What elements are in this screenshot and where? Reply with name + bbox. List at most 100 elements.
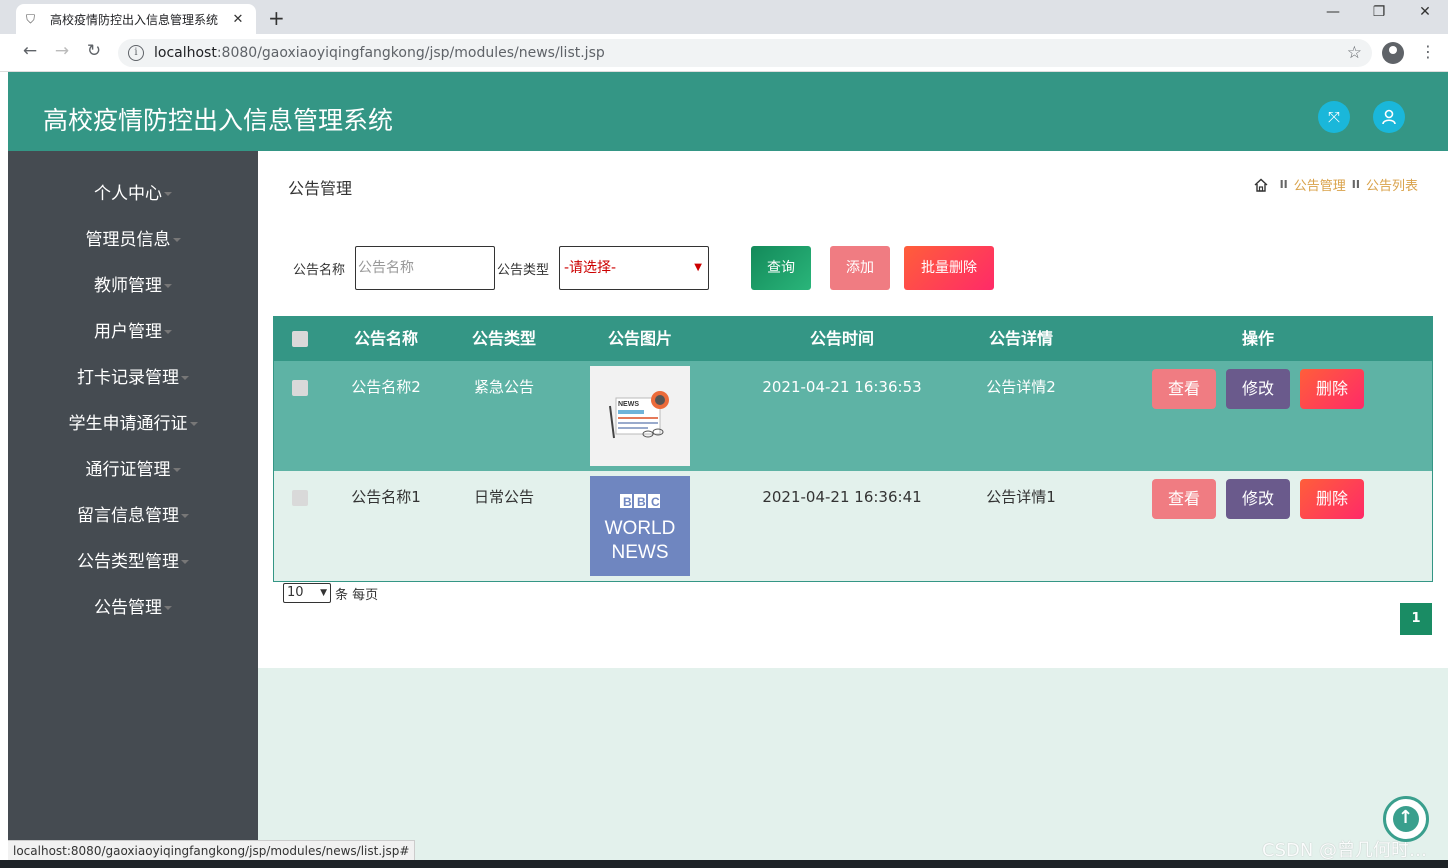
sidebar-item-notice[interactable]: 公告管理 bbox=[8, 585, 258, 631]
chevron-down-icon bbox=[164, 330, 172, 334]
news-illustration-image: NEWS bbox=[590, 366, 690, 466]
delete-button[interactable]: 删除 bbox=[1300, 479, 1364, 519]
browser-tab-bar: ⛉ 高校疫情防控出入信息管理系统 ✕ + — ❐ ✕ bbox=[0, 0, 1448, 34]
notice-name-label: 公告名称 bbox=[293, 263, 346, 278]
chevron-down-icon bbox=[164, 284, 172, 288]
chevron-down-icon bbox=[172, 238, 181, 242]
back-icon[interactable]: ← bbox=[18, 41, 42, 61]
svg-text:B: B bbox=[637, 495, 646, 509]
chevron-down-icon bbox=[172, 468, 181, 472]
col-name: 公告名称 bbox=[353, 329, 418, 348]
sidebar-item-pass[interactable]: 通行证管理 bbox=[8, 447, 258, 493]
address-bar[interactable]: i localhost:8080/gaoxiaoyiqingfangkong/j… bbox=[118, 39, 1372, 67]
page-size-select[interactable]: 10 ▼ bbox=[283, 583, 331, 603]
cell-time: 2021-04-21 16:36:53 bbox=[762, 378, 922, 396]
sidebar-item-pass-apply[interactable]: 学生申请通行证 bbox=[8, 401, 258, 447]
sidebar-item-notice-type[interactable]: 公告类型管理 bbox=[8, 539, 258, 585]
col-type: 公告类型 bbox=[471, 329, 536, 348]
user-icon[interactable] bbox=[1373, 101, 1405, 133]
sidebar-item-user[interactable]: 用户管理 bbox=[8, 309, 258, 355]
cell-type: 紧急公告 bbox=[473, 378, 534, 396]
col-detail: 公告详情 bbox=[988, 329, 1053, 348]
edit-button[interactable]: 修改 bbox=[1226, 479, 1290, 519]
row-checkbox[interactable] bbox=[292, 380, 308, 396]
cell-detail: 公告详情2 bbox=[986, 378, 1056, 396]
url-text: localhost:8080/gaoxiaoyiqingfangkong/jsp… bbox=[154, 45, 605, 61]
forward-icon[interactable]: → bbox=[50, 41, 74, 61]
notice-table: 公告名称 公告类型 公告图片 公告时间 公告详情 操作 公告名称2 紧急公告 N… bbox=[273, 316, 1433, 582]
cell-time: 2021-04-21 16:36:41 bbox=[762, 488, 922, 506]
page-size-control: 10 ▼ 条 每页 bbox=[283, 583, 378, 603]
reload-icon[interactable]: ↻ bbox=[82, 41, 106, 61]
chevron-down-icon bbox=[189, 422, 198, 426]
cell-name: 公告名称2 bbox=[351, 378, 421, 396]
browser-nav-bar: ← → ↻ i localhost:8080/gaoxiaoyiqingfang… bbox=[0, 34, 1448, 72]
arrow-up-icon: ↑ bbox=[1398, 807, 1414, 828]
cell-detail: 公告详情1 bbox=[986, 488, 1056, 506]
page-size-suffix: 条 每页 bbox=[335, 587, 379, 603]
row-checkbox[interactable] bbox=[292, 490, 308, 506]
batch-delete-button[interactable]: 批量删除 bbox=[904, 246, 994, 290]
app-root: 高校疫情防控出入信息管理系统 ⤧ 个人中心 管理员信息 教师管理 用户管理 打卡… bbox=[8, 72, 1448, 868]
info-icon[interactable]: i bbox=[128, 45, 144, 61]
cell-name: 公告名称1 bbox=[351, 488, 421, 506]
cell-type: 日常公告 bbox=[473, 488, 534, 506]
table-header: 公告名称 公告类型 公告图片 公告时间 公告详情 操作 bbox=[274, 317, 1432, 361]
browser-menu-icon[interactable]: ⋮ bbox=[1420, 42, 1436, 61]
minimize-icon[interactable]: — bbox=[1310, 4, 1356, 20]
sidebar-item-checkin[interactable]: 打卡记录管理 bbox=[8, 355, 258, 401]
shield-icon: ⛉ bbox=[26, 12, 36, 26]
chevron-down-icon bbox=[164, 606, 172, 610]
notice-type-select[interactable]: -请选择- ▼ bbox=[559, 246, 709, 290]
table-row: 公告名称2 紧急公告 NEWS 2021-04-21 16:36:53 公告详情… bbox=[274, 361, 1432, 471]
home-icon[interactable] bbox=[1254, 178, 1268, 192]
chevron-down-icon: ▼ bbox=[320, 588, 327, 598]
restore-icon[interactable]: ❐ bbox=[1356, 4, 1402, 20]
edit-button[interactable]: 修改 bbox=[1226, 369, 1290, 409]
svg-text:C: C bbox=[651, 495, 660, 509]
select-all-checkbox[interactable] bbox=[292, 331, 308, 347]
notice-name-input[interactable]: 公告名称 bbox=[355, 246, 495, 290]
close-tab-icon[interactable]: ✕ bbox=[230, 12, 246, 27]
chevron-down-icon: ▼ bbox=[694, 262, 702, 273]
close-window-icon[interactable]: ✕ bbox=[1402, 4, 1448, 20]
sidebar-item-admin-info[interactable]: 管理员信息 bbox=[8, 217, 258, 263]
bbc-world-news-logo: B B C WORLD NEWS bbox=[590, 476, 690, 576]
page-number-button[interactable]: 1 bbox=[1400, 603, 1432, 635]
svg-text:WORLD: WORLD bbox=[605, 518, 676, 539]
chevron-down-icon bbox=[164, 192, 172, 196]
chevron-down-icon bbox=[181, 514, 189, 518]
svg-text:NEWS: NEWS bbox=[618, 401, 639, 408]
profile-avatar-icon[interactable] bbox=[1382, 42, 1404, 64]
col-actions: 操作 bbox=[1241, 329, 1274, 348]
bookmark-star-icon[interactable]: ☆ bbox=[1347, 43, 1362, 63]
os-taskbar bbox=[0, 860, 1448, 868]
svg-text:NEWS: NEWS bbox=[612, 542, 669, 563]
view-button[interactable]: 查看 bbox=[1152, 369, 1216, 409]
new-tab-button[interactable]: + bbox=[268, 6, 285, 30]
delete-button[interactable]: 删除 bbox=[1300, 369, 1364, 409]
col-image: 公告图片 bbox=[607, 329, 672, 348]
view-button[interactable]: 查看 bbox=[1152, 479, 1216, 519]
chevron-down-icon bbox=[181, 376, 189, 380]
chevron-down-icon bbox=[181, 560, 189, 564]
breadcrumb-notice-manage[interactable]: 公告管理 bbox=[1294, 175, 1346, 194]
col-time: 公告时间 bbox=[809, 329, 874, 348]
tab-title: 高校疫情防控出入信息管理系统 bbox=[50, 12, 219, 27]
table-row: 公告名称1 日常公告 B B C WORLD NEWS 2021-04-21 1… bbox=[274, 471, 1432, 581]
sidebar: 个人中心 管理员信息 教师管理 用户管理 打卡记录管理 学生申请通行证 通行证管… bbox=[8, 151, 258, 868]
fullscreen-icon[interactable]: ⤧ bbox=[1318, 101, 1350, 133]
scroll-to-top-button[interactable]: ↑ bbox=[1383, 796, 1429, 842]
browser-tab[interactable]: ⛉ 高校疫情防控出入信息管理系统 ✕ bbox=[16, 4, 256, 34]
page-title: 公告管理 bbox=[288, 179, 353, 198]
sidebar-item-message[interactable]: 留言信息管理 bbox=[8, 493, 258, 539]
app-title: 高校疫情防控出入信息管理系统 bbox=[43, 106, 394, 135]
sidebar-item-teacher[interactable]: 教师管理 bbox=[8, 263, 258, 309]
breadcrumb-notice-list[interactable]: 公告列表 bbox=[1366, 175, 1418, 194]
main-content: 公告管理 II 公告管理 II 公告列表 公告名称 公告名称 公告类型 -请选择… bbox=[258, 151, 1448, 668]
sidebar-item-personal-center[interactable]: 个人中心 bbox=[8, 171, 258, 217]
query-button[interactable]: 查询 bbox=[751, 246, 811, 290]
breadcrumb: II 公告管理 II 公告列表 bbox=[1254, 175, 1418, 194]
add-button[interactable]: 添加 bbox=[830, 246, 890, 290]
svg-text:B: B bbox=[623, 495, 632, 509]
